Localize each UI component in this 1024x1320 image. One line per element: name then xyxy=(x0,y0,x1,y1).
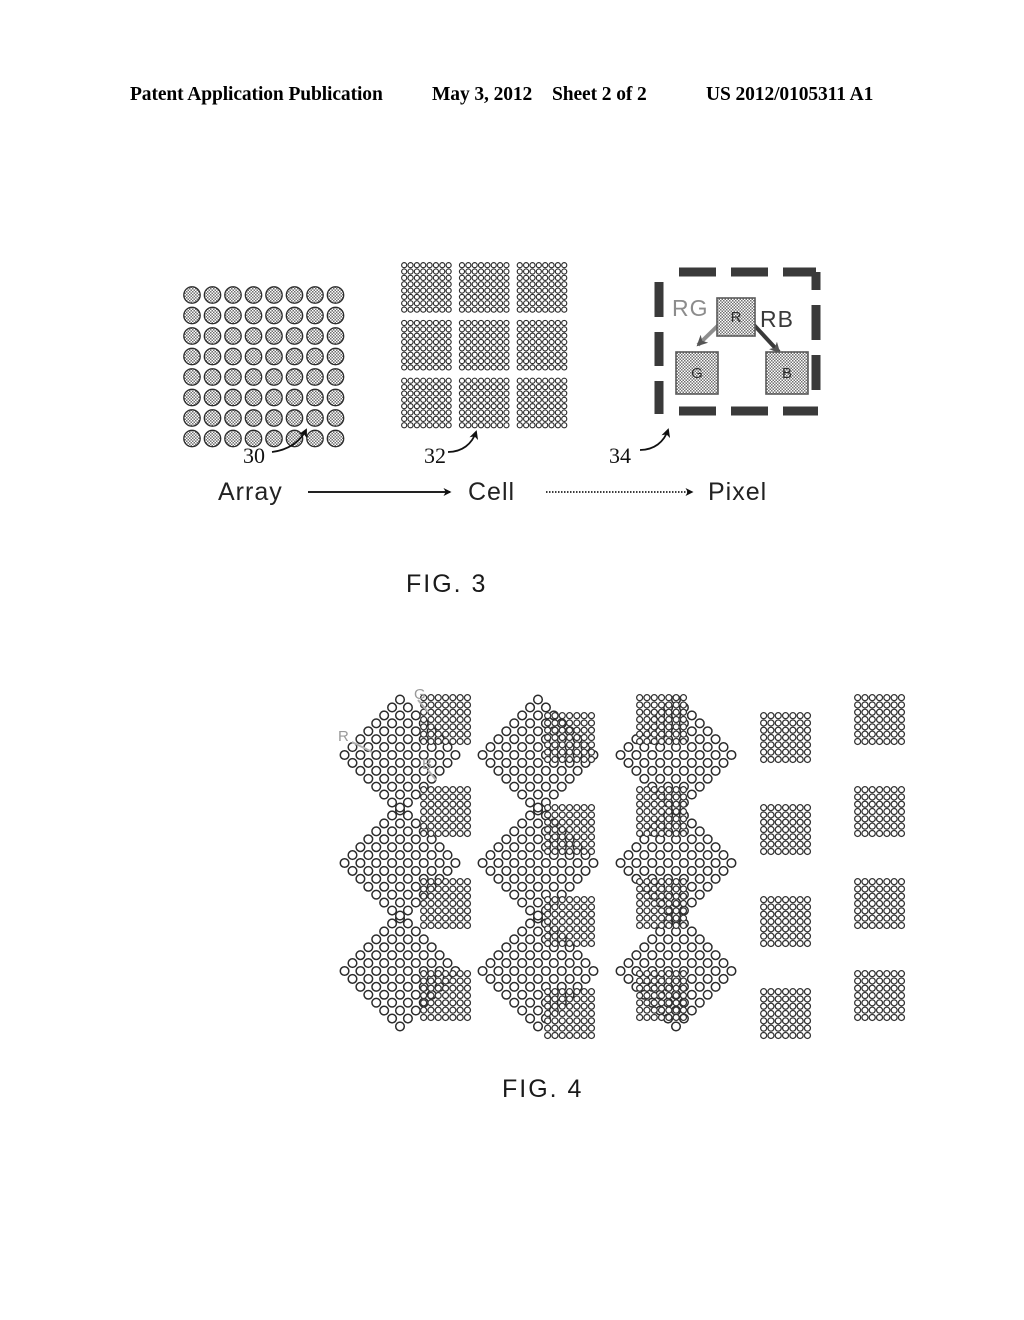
fig4-diamond-block xyxy=(615,910,737,1032)
fig4-square-block xyxy=(420,970,472,1022)
fig4-square-block xyxy=(760,896,812,948)
fig4-square-block xyxy=(854,786,906,838)
fig4-square-block xyxy=(636,878,688,930)
fig4-square-block xyxy=(544,988,596,1040)
fig4-diamond-block xyxy=(339,694,461,816)
fig4-diamond-block xyxy=(339,910,461,1032)
fig4-diamond-block xyxy=(477,910,599,1032)
fig4-diamond-block xyxy=(477,694,599,816)
fig4-square-block xyxy=(636,694,688,746)
fig4-square-block xyxy=(544,712,596,764)
fig4-square-block xyxy=(636,786,688,838)
fig4-square-block xyxy=(854,878,906,930)
fig4-square-block xyxy=(636,970,688,1022)
figure-4-label-g: G xyxy=(414,686,426,703)
fig4-square-block xyxy=(760,712,812,764)
figure-4: R G B FIG. 4 xyxy=(0,0,1024,1320)
figure-4-label-b: B xyxy=(422,756,433,773)
figure-4-caption: FIG. 4 xyxy=(502,1075,584,1103)
fig4-diamond-block xyxy=(615,802,737,924)
fig4-square-block xyxy=(854,970,906,1022)
fig4-square-block xyxy=(420,878,472,930)
fig4-square-block xyxy=(420,694,472,746)
fig4-diamond-block xyxy=(477,802,599,924)
fig4-square-block xyxy=(760,988,812,1040)
fig4-diamond-block xyxy=(615,694,737,816)
fig4-square-block xyxy=(760,804,812,856)
fig4-square-block xyxy=(544,804,596,856)
fig4-square-block xyxy=(420,786,472,838)
fig4-square-block xyxy=(854,694,906,746)
patent-drawing-sheet: Patent Application Publication May 3, 20… xyxy=(0,0,1024,1320)
figure-4-label-r: R xyxy=(338,728,349,745)
fig4-diamond-block xyxy=(339,802,461,924)
leader-line-fig4-r xyxy=(351,741,373,753)
figure-4-tiling-graphic xyxy=(339,694,906,1040)
fig4-square-block xyxy=(544,896,596,948)
